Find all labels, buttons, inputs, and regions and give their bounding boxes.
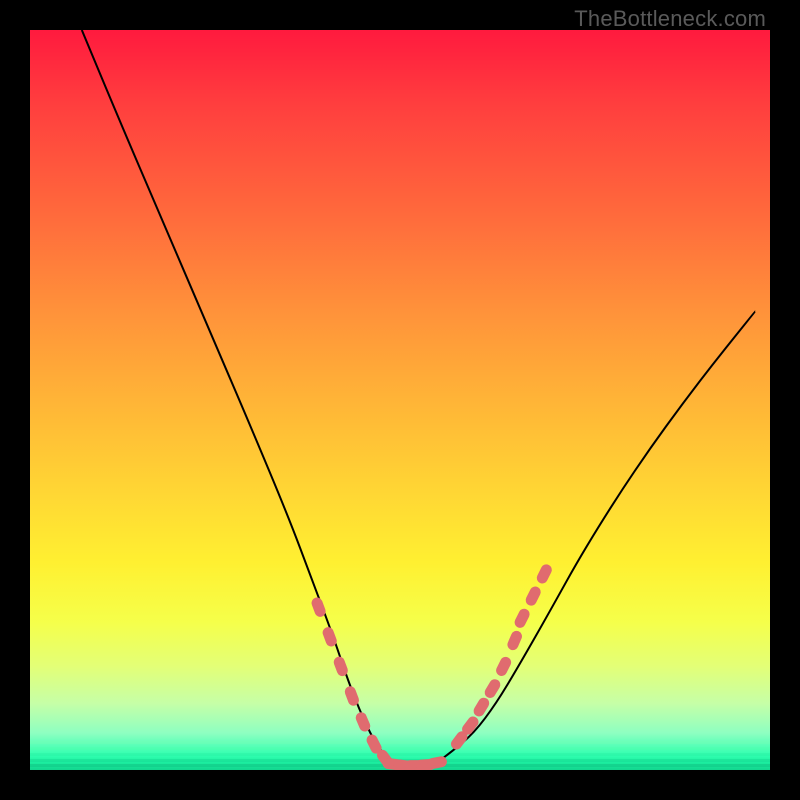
outer-frame: TheBottleneck.com bbox=[0, 0, 800, 800]
curve-marker bbox=[426, 755, 448, 770]
bottleneck-curve bbox=[82, 30, 755, 766]
curve-marker bbox=[524, 585, 543, 608]
curve-marker bbox=[494, 655, 513, 678]
plot-area bbox=[30, 30, 770, 770]
curve-marker bbox=[513, 607, 532, 630]
watermark-label: TheBottleneck.com bbox=[574, 6, 766, 32]
curve-marker bbox=[535, 562, 554, 585]
curve-layer bbox=[30, 30, 770, 770]
curve-marker bbox=[506, 629, 524, 652]
